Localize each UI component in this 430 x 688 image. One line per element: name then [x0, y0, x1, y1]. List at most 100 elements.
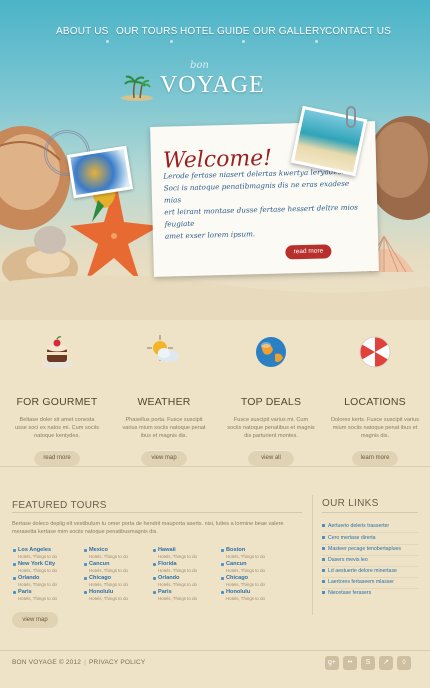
feature-description: Beltase doler sit amet conesta usse soci…	[15, 417, 99, 439]
destination-sub[interactable]: Hotels, Things to do	[89, 568, 151, 574]
site-logo[interactable]: bon VOYAGE	[120, 60, 264, 104]
link-label[interactable]: Masteer pecage tenobertaplues	[328, 546, 401, 552]
destination-item[interactable]: Boston Hotels, Things to do	[221, 547, 288, 561]
destination-item[interactable]: Cancun Hotels, Things to do	[84, 561, 151, 575]
destination-name[interactable]: Boston	[226, 547, 288, 554]
destination-sub[interactable]: Hotels, Things to do	[226, 596, 288, 602]
copyright-text: BON VOYAGE © 2012	[12, 659, 82, 666]
nav-our-tours[interactable]: OUR TOURS	[116, 26, 177, 37]
our-links-title: OUR LINKS	[322, 498, 379, 509]
destination-item[interactable]: Chicago Hotels, Things to do	[221, 575, 288, 589]
link-label[interactable]: Dasers mevis leo	[328, 557, 368, 563]
destination-item[interactable]: Orlando Hotels, Things to do	[153, 575, 220, 589]
destination-sub[interactable]: Hotels, Things to do	[18, 554, 80, 560]
drop-icon[interactable]: ◊	[397, 656, 411, 670]
destination-sub[interactable]: Hotels, Things to do	[89, 582, 151, 588]
destination-sub[interactable]: Hotels, Things to do	[18, 596, 80, 602]
destination-name[interactable]: Paris	[158, 589, 220, 596]
nav-separator	[242, 40, 245, 43]
destination-item[interactable]: Orlando Hotels, Things to do	[13, 575, 80, 589]
destination-sub[interactable]: Hotels, Things to do	[158, 596, 220, 602]
destination-name[interactable]: Chicago	[89, 575, 151, 582]
welcome-text: Lerode fertase niasert delertas kwertya …	[163, 165, 365, 242]
feature-title: WEATHER	[137, 396, 191, 408]
destination-item[interactable]: Paris Hotels, Things to do	[13, 589, 80, 603]
feature-weather: WEATHER Phasellus porta. Fusce suscipit …	[114, 330, 214, 466]
destination-name[interactable]: Cancun	[226, 561, 288, 568]
privacy-policy-link[interactable]: PRIVACY POLICY	[89, 659, 145, 666]
feature-learn-more-button[interactable]: learn more	[352, 450, 398, 466]
destination-sub[interactable]: Hotels, Things to do	[18, 568, 80, 574]
destination-item[interactable]: New York City Hotels, Things to do	[13, 561, 80, 575]
destination-item[interactable]: Mexico Hotels, Things to do	[84, 547, 151, 561]
link-item[interactable]: Cero mertase direrta	[322, 534, 418, 542]
destination-item[interactable]: Los Angeles Hotels, Things to do	[13, 547, 80, 561]
destination-name[interactable]: Cancun	[89, 561, 151, 568]
feature-read-more-button[interactable]: read more	[34, 450, 80, 466]
nav-hotel-guide[interactable]: HOTEL GUIDE	[180, 26, 250, 37]
google-plus-icon[interactable]: g+	[325, 656, 339, 670]
destination-item[interactable]: Paris Hotels, Things to do	[153, 589, 220, 603]
destination-name[interactable]: Chicago	[226, 575, 288, 582]
skype-icon[interactable]: S	[361, 656, 375, 670]
link-label[interactable]: Ld aestuerte delore minertase	[328, 568, 397, 574]
destination-name[interactable]: Mexico	[89, 547, 151, 554]
destination-name[interactable]: Honolulu	[89, 589, 151, 596]
destination-sub[interactable]: Hotels, Things to do	[226, 582, 288, 588]
destination-sub[interactable]: Hotels, Things to do	[158, 582, 220, 588]
feature-view-all-button[interactable]: view all	[248, 450, 294, 466]
destination-sub[interactable]: Hotels, Things to do	[18, 582, 80, 588]
destination-sub[interactable]: Hotels, Things to do	[89, 596, 151, 602]
column-divider	[312, 495, 313, 615]
destination-name[interactable]: New York City	[18, 561, 80, 568]
island-icon	[121, 75, 153, 101]
destination-item[interactable]: Cancun Hotels, Things to do	[221, 561, 288, 575]
destination-item[interactable]: Chicago Hotels, Things to do	[84, 575, 151, 589]
link-item[interactable]: Aertuerio deleris trasserter	[322, 522, 418, 530]
nav-our-gallery[interactable]: OUR GALLERY	[253, 26, 326, 37]
destination-name[interactable]: Los Angeles	[18, 547, 80, 554]
destination-name[interactable]: Florida	[158, 561, 220, 568]
welcome-read-more-button[interactable]: read more	[285, 244, 332, 260]
feature-locations: LOCATIONS Dolores kerts. Fusce suscipit …	[325, 330, 425, 466]
destination-sub[interactable]: Hotels, Things to do	[158, 554, 220, 560]
nav-contact-us[interactable]: CONTACT US	[325, 26, 391, 37]
logo-title: VOYAGE	[160, 72, 265, 98]
destination-name[interactable]: Orlando	[18, 575, 80, 582]
nav-separator	[106, 40, 109, 43]
nav-about-us[interactable]: ABOUT US	[56, 26, 109, 37]
destination-sub[interactable]: Hotels, Things to do	[158, 568, 220, 574]
link-label[interactable]: Cero mertase direrta	[328, 535, 376, 541]
destination-item[interactable]: Honolulu Hotels, Things to do	[84, 589, 151, 603]
destination-sub[interactable]: Hotels, Things to do	[226, 568, 288, 574]
destination-item[interactable]: Florida Hotels, Things to do	[153, 561, 220, 575]
destination-sub[interactable]: Hotels, Things to do	[89, 554, 151, 560]
destination-name[interactable]: Paris	[18, 589, 80, 596]
destination-name[interactable]: Orlando	[158, 575, 220, 582]
tours-view-map-button[interactable]: view map	[12, 612, 58, 628]
flickr-icon[interactable]: ••	[343, 656, 357, 670]
destination-name[interactable]: Hawaii	[158, 547, 220, 554]
logo-tagline: bon	[190, 60, 209, 71]
link-item[interactable]: Dasers mevis leo	[322, 556, 418, 564]
our-links-rule	[322, 512, 418, 513]
link-item[interactable]: Masteer pecage tenobertaplues	[322, 545, 418, 553]
destination-item[interactable]: Honolulu Hotels, Things to do	[221, 589, 288, 603]
destination-sub[interactable]: Hotels, Things to do	[226, 554, 288, 560]
hero-banner: ABOUT US OUR TOURS HOTEL GUIDE OUR GALLE…	[0, 0, 430, 320]
feature-view-map-button[interactable]: view map	[141, 450, 187, 466]
link-item[interactable]: Ld aestuerte delore minertase	[322, 567, 418, 575]
feature-description: Phasellus porta. Fusce suscipit varius m…	[122, 417, 206, 439]
feature-title: FOR GOURMET	[16, 396, 98, 408]
link-label[interactable]: Aertuerio deleris trasserter	[328, 523, 389, 529]
destination-item[interactable]: Hawaii Hotels, Things to do	[153, 547, 220, 561]
share-icon[interactable]: ↗	[379, 656, 393, 670]
link-item[interactable]: Niecetase ferasers	[322, 589, 418, 597]
destination-name[interactable]: Honolulu	[226, 589, 288, 596]
feature-top-deals: TOP DEALS Fusce suscipit varius mi. Cum …	[221, 330, 321, 466]
link-label[interactable]: Laertores fertaseem mlasser	[328, 579, 394, 585]
link-item[interactable]: Laertores fertaseem mlasser	[322, 578, 418, 586]
link-label[interactable]: Niecetase ferasers	[328, 590, 371, 596]
featured-tours-title: FEATURED TOURS	[12, 500, 107, 511]
cake-icon	[41, 336, 73, 368]
